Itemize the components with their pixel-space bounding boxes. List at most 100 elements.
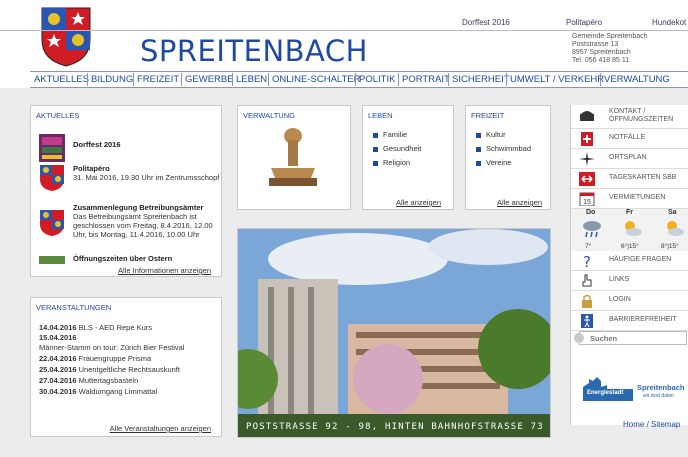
all-events-link[interactable]: Alle Veranstaltungen anzeigen: [110, 424, 211, 433]
main-nav: AKTUELLES BILDUNG FREIZEIT GEWERBE LEBEN…: [30, 71, 688, 88]
verwaltung-panel[interactable]: VERWALTUNG: [237, 105, 351, 210]
list-item-familie[interactable]: Familie: [373, 128, 421, 142]
svg-text:15: 15: [583, 199, 591, 206]
address-line: 8957 Spreitenbach: [572, 49, 631, 56]
panel-title: FREIZEIT: [471, 111, 505, 120]
address-line: Tel. 056 418 85 11: [572, 57, 630, 64]
quicklink-kontakt[interactable]: KONTAKT / ÖFFNUNGSZEITEN: [571, 105, 688, 129]
quicklink-ortsplan[interactable]: ORTSPLAN: [571, 149, 688, 169]
nav-item-umwelt-verkehr[interactable]: UMWELT / VERKEHR: [510, 74, 604, 85]
nav-item-bildung[interactable]: BILDUNG: [91, 74, 133, 85]
freizeit-all-link[interactable]: Alle anzeigen: [497, 198, 542, 207]
event-item[interactable]: 14.04.2016 BLS - AED Repe Kurs: [39, 323, 152, 333]
quicklink-label: BARRIEREFREIHEIT: [609, 316, 677, 323]
nav-divider: [506, 73, 507, 86]
all-news-link[interactable]: Alle Informationen anzeigen: [118, 266, 211, 275]
news-item[interactable]: Zusammenlegung Betreibungsämter Das Betre…: [39, 203, 219, 251]
coat-of-arms-logo[interactable]: [40, 6, 92, 68]
news-item[interactable]: Politapéro 31. Mai 2016, 19.30 Uhr im Zen…: [39, 164, 219, 196]
sun-cloud-icon: [625, 221, 642, 236]
toplink-hundekot[interactable]: Hundekot: [652, 18, 686, 27]
nav-divider: [398, 73, 399, 86]
lock-icon: [582, 294, 592, 308]
quicklink-barrierefreiheit[interactable]: BARRIEREFREIHEIT: [571, 311, 688, 331]
sun-cloud-icon: [667, 221, 684, 236]
street-photo: [238, 229, 550, 437]
nav-item-aktuelles[interactable]: AKTUELLES: [34, 74, 89, 85]
event-item[interactable]: 27.04.2016 Muttertagsbasteln: [39, 376, 138, 386]
news-title: Dorffest 2016: [73, 140, 121, 149]
nav-divider: [181, 73, 182, 86]
weather-widget[interactable]: Do Fr Sa 7° 6°|15° 8°|15°: [571, 209, 688, 251]
aktuelles-panel: AKTUELLES Dorffest 2016 Politapéro 31. Ma…: [30, 105, 222, 277]
nav-item-leben[interactable]: LEBEN: [236, 74, 267, 85]
news-item[interactable]: Öffnungszeiten über Ostern: [39, 254, 219, 266]
calendar-icon: 15: [579, 192, 595, 206]
nav-divider: [133, 73, 134, 86]
toplink-dorffest[interactable]: Dorffest 2016: [462, 18, 510, 27]
list-item-schwimmbad[interactable]: Schwimmbad: [476, 142, 531, 156]
list-item-religion[interactable]: Religion: [373, 156, 421, 170]
quicklink-label: ORTSPLAN: [609, 154, 647, 161]
accessibility-icon: [581, 314, 593, 328]
quicklink-tageskarten[interactable]: TAGESKARTEN SBB: [571, 169, 688, 189]
easter-thumbnail: [39, 256, 65, 264]
list-item-vereine[interactable]: Vereine: [476, 156, 531, 170]
event-item[interactable]: 25.04.2016 Unentgeltliche Rechtsauskunft: [39, 365, 180, 375]
quicklink-label: KONTAKT / ÖFFNUNGSZEITEN: [609, 108, 674, 123]
nav-item-freizeit[interactable]: FREIZEIT: [137, 74, 179, 85]
list-item-gesundheit[interactable]: Gesundheit: [373, 142, 421, 156]
nav-item-politik[interactable]: POLITIK: [359, 74, 395, 85]
toplink-politapero[interactable]: Politapéro: [566, 18, 602, 27]
nav-item-gewerbe[interactable]: GEWERBE: [185, 74, 234, 85]
leben-all-link[interactable]: Alle anzeigen: [396, 198, 441, 207]
nav-item-sicherheit[interactable]: SICHERHEIT: [452, 74, 510, 85]
sbb-icon: [579, 172, 595, 186]
address-block: Gemeinde Spreitenbach Poststrasse 13 895…: [572, 33, 648, 65]
news-item[interactable]: Dorffest 2016: [39, 134, 219, 162]
crest-thumbnail: [40, 165, 64, 191]
quicklink-notfaelle[interactable]: NOTFÄLLE: [571, 129, 688, 149]
nav-item-verwaltung[interactable]: VERWALTUNG: [604, 74, 670, 85]
svg-text:?: ?: [583, 254, 591, 268]
quicklink-login[interactable]: LOGIN: [571, 291, 688, 311]
quicklink-vermietungen[interactable]: 15 VERMIETUNGEN: [571, 189, 688, 209]
search-input[interactable]: [590, 333, 684, 344]
event-item[interactable]: 22.04.2016 Frauengruppe Prisma: [39, 354, 151, 364]
header-divider: [0, 30, 688, 31]
phone-icon: [580, 111, 594, 121]
header: SPREITENBACH Dorffest 2016 Politapéro Hu…: [0, 0, 688, 88]
nav-divider: [268, 73, 269, 86]
news-text: Zusammenlegung Betreibungsämter Das Betre…: [73, 203, 213, 239]
quicklink-haeufige-fragen[interactable]: ? HÄUFIGE FRAGEN: [571, 251, 688, 271]
news-text: Politapéro 31. Mai 2016, 19.30 Uhr im Zen…: [73, 164, 220, 182]
freizeit-list: Kultur Schwimmbad Vereine: [476, 128, 531, 170]
site-title[interactable]: SPREITENBACH: [140, 34, 368, 68]
hero-photo: POSTSTRASSE 92 - 98, HINTEN BAHNHOFSTRAS…: [237, 228, 551, 438]
nav-divider: [600, 73, 601, 86]
nav-divider: [232, 73, 233, 86]
stamp-icon: [269, 128, 317, 186]
event-item[interactable]: 15.04.2016 Männer-Stamm on tour: Zürich B…: [39, 333, 184, 353]
nav-divider: [355, 73, 356, 86]
dorffest-thumbnail: [39, 134, 65, 162]
energiestadt-banner[interactable]: Energiestadt Spreitenbach wir sind dabei: [583, 375, 687, 401]
weather-temp: 7°: [585, 243, 592, 250]
weather-day: Fr: [626, 209, 633, 216]
quicklink-label: VERMIETUNGEN: [609, 194, 666, 201]
list-item-kultur[interactable]: Kultur: [476, 128, 531, 142]
nav-item-portrait[interactable]: PORTRAIT: [402, 74, 450, 85]
leben-panel: LEBEN Familie Gesundheit Religion Alle a…: [362, 105, 454, 210]
home-sitemap-link[interactable]: Home / Sitemap: [623, 420, 680, 429]
first-aid-icon: [581, 132, 593, 146]
rain-cloud-icon: [583, 221, 601, 238]
leben-list: Familie Gesundheit Religion: [373, 128, 421, 170]
quicklink-label: TAGESKARTEN SBB: [609, 174, 677, 181]
quicklink-links[interactable]: LINKS: [571, 271, 688, 291]
panel-title: AKTUELLES: [36, 111, 80, 120]
nav-item-online-schalter[interactable]: ONLINE-SCHALTER: [272, 74, 361, 85]
event-item[interactable]: 30.04.2016 Waldumgang Limmattal: [39, 387, 157, 397]
nav-divider: [87, 73, 88, 86]
top-links: Dorffest 2016 Politapéro Hundekot: [0, 18, 688, 30]
page: SPREITENBACH Dorffest 2016 Politapéro Hu…: [0, 0, 688, 457]
